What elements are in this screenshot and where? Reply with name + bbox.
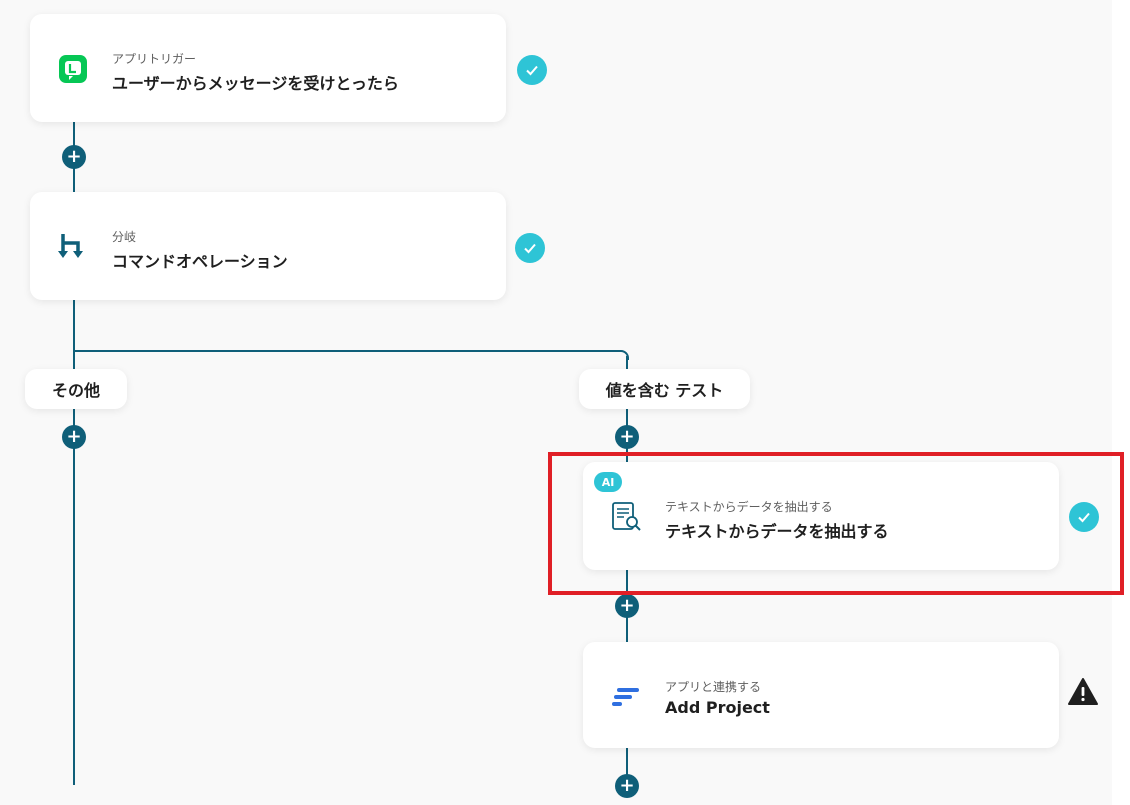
add-step-button[interactable]: + <box>615 774 639 798</box>
line-app-icon <box>56 52 90 86</box>
check-icon <box>517 55 547 85</box>
warning-icon <box>1067 677 1099 707</box>
branch-connector-horizontal <box>73 350 621 352</box>
flow-step-trigger[interactable]: アプリトリガー ユーザーからメッセージを受けとったら <box>30 14 506 122</box>
step-title: コマンドオペレーション <box>112 252 288 271</box>
add-step-button[interactable]: + <box>615 594 639 618</box>
app-logo-icon <box>609 680 643 714</box>
flow-step-branch[interactable]: 分岐 コマンドオペレーション <box>30 192 506 300</box>
check-icon <box>515 233 545 263</box>
add-step-button[interactable]: + <box>615 425 639 449</box>
highlight-box <box>548 452 1124 595</box>
flow-step-add-project[interactable]: アプリと連携する Add Project <box>583 642 1059 748</box>
step-subtitle: 分岐 <box>112 230 137 244</box>
step-subtitle: アプリと連携する <box>665 680 762 694</box>
branch-label-contains-value[interactable]: 値を含む テスト <box>579 369 750 409</box>
step-subtitle: アプリトリガー <box>112 52 197 66</box>
workflow-canvas: アプリトリガー ユーザーからメッセージを受けとったら + 分岐 コマンドオペレー… <box>0 0 1112 805</box>
branch-icon <box>56 230 90 264</box>
branch-label-other[interactable]: その他 <box>25 369 127 409</box>
step-title: Add Project <box>665 698 770 717</box>
step-title: ユーザーからメッセージを受けとったら <box>112 74 399 93</box>
add-step-button[interactable]: + <box>62 145 86 169</box>
add-step-button[interactable]: + <box>62 425 86 449</box>
